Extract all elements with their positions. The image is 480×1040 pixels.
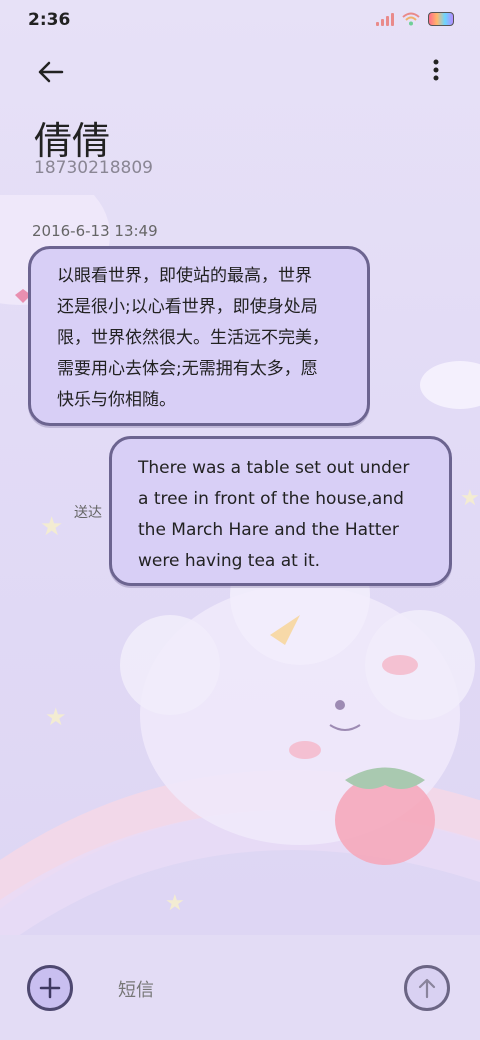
- status-icons: [376, 12, 454, 26]
- svg-text:★: ★: [40, 512, 63, 542]
- arrow-up-icon: [418, 978, 436, 999]
- signal-icon: [376, 12, 394, 26]
- delivery-status: 送达: [74, 505, 102, 521]
- back-button[interactable]: [32, 54, 68, 90]
- message-line: a tree in front of the house,and: [138, 489, 404, 509]
- message-input[interactable]: 短信: [118, 976, 154, 1002]
- message-line: 需要用心去体会;无需拥有太多，愿: [57, 359, 318, 379]
- arrow-left-icon: [38, 61, 64, 83]
- message-line: 限，世界依然很大。生活远不完美，: [57, 328, 329, 348]
- conversation-header: 倩倩 18730218809: [0, 42, 480, 192]
- outgoing-message-bubble[interactable]: There was a table set out under a tree i…: [109, 436, 452, 586]
- add-attachment-button[interactable]: [27, 965, 73, 1011]
- message-timestamp: 2016-6-13 13:49: [32, 222, 158, 240]
- more-options-button[interactable]: [428, 58, 444, 86]
- plus-icon: [39, 977, 61, 999]
- svg-text:★: ★: [165, 891, 185, 916]
- svg-text:★: ★: [45, 703, 67, 731]
- contact-number: 18730218809: [34, 158, 153, 178]
- message-line: 以眼看世界，即使站的最高，世界: [57, 266, 312, 286]
- svg-text:★: ★: [460, 486, 480, 511]
- compose-bar: 短信: [0, 935, 480, 1040]
- incoming-message-bubble[interactable]: 以眼看世界，即使站的最高，世界 还是很小;以心看世界，即使身处局 限，世界依然很…: [28, 246, 370, 426]
- message-line: There was a table set out under: [138, 458, 410, 478]
- message-line: were having tea at it.: [138, 551, 321, 571]
- wifi-icon: [402, 12, 420, 26]
- send-button[interactable]: [404, 965, 450, 1011]
- status-time: 2:36: [28, 10, 71, 30]
- message-line: 还是很小;以心看世界，即使身处局: [57, 297, 318, 317]
- contact-name: 倩倩: [34, 119, 111, 163]
- status-bar: 2:36: [0, 0, 480, 42]
- message-line: 快乐与你相随。: [57, 390, 176, 410]
- battery-icon: [428, 12, 454, 26]
- message-line: the March Hare and the Hatter: [138, 520, 399, 540]
- more-vertical-icon: [433, 59, 439, 81]
